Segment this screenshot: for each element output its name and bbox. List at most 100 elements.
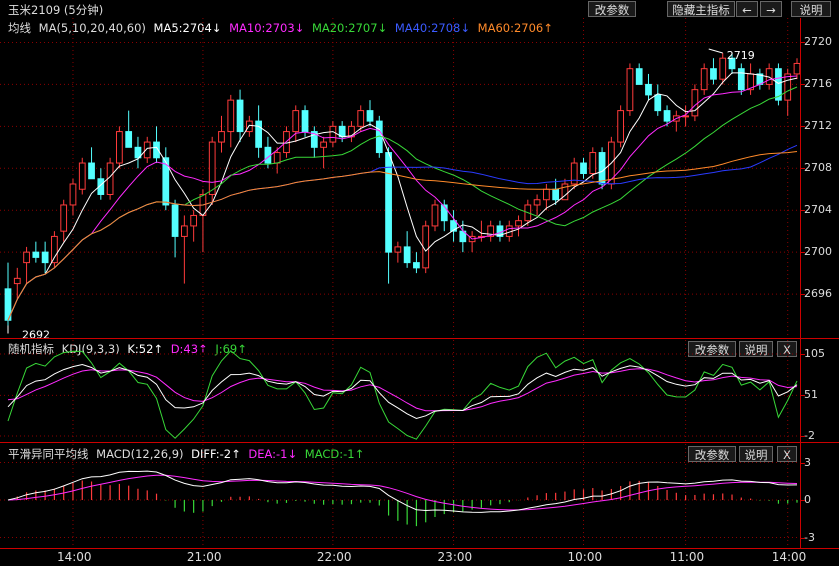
candle-up bbox=[691, 89, 699, 117]
price-tick-label: 2716 bbox=[804, 77, 832, 91]
price-tick bbox=[801, 252, 805, 254]
candle-up bbox=[570, 162, 578, 185]
params-button[interactable]: 改参数 bbox=[588, 1, 636, 17]
candle-up bbox=[218, 131, 225, 143]
price-tick-label: 2700 bbox=[804, 245, 832, 259]
price-tick-label: 2696 bbox=[804, 287, 832, 301]
kdj-k-line bbox=[7, 363, 798, 420]
kdj-j-line bbox=[7, 350, 798, 440]
macd-tick-label: 0 bbox=[804, 493, 811, 506]
time-tick-label: 11:00 bbox=[669, 550, 705, 564]
candle-down bbox=[552, 188, 560, 201]
time-tick-label: 14:00 bbox=[56, 550, 92, 564]
candle-down bbox=[710, 68, 717, 80]
panel-divider bbox=[0, 338, 839, 339]
ma5-line bbox=[7, 72, 798, 321]
hide-indicator-button[interactable]: 隐藏主指标 bbox=[667, 1, 735, 17]
candle-up bbox=[273, 152, 281, 164]
candle-up bbox=[227, 99, 235, 133]
candle-up bbox=[700, 68, 708, 91]
time-tick-label: 23:00 bbox=[437, 550, 473, 564]
ma40-line bbox=[7, 144, 798, 321]
scroll-left-button[interactable]: ← bbox=[736, 1, 758, 17]
macd-dea-line bbox=[7, 474, 798, 511]
candle-up bbox=[617, 110, 625, 143]
macd-axis: 3 0 -3 bbox=[801, 444, 839, 548]
candle-up bbox=[589, 152, 597, 175]
candle-up bbox=[431, 204, 439, 227]
kdj-tick bbox=[801, 354, 805, 355]
candle-down bbox=[32, 251, 40, 258]
candle-up bbox=[719, 57, 727, 80]
candle-up bbox=[245, 120, 253, 133]
candle-down bbox=[301, 110, 309, 133]
time-axis-border bbox=[0, 548, 839, 549]
chart-title: 玉米2109 (5分钟) bbox=[8, 3, 104, 17]
candle-down bbox=[413, 262, 420, 269]
price-tick bbox=[801, 210, 805, 212]
candle-up bbox=[533, 199, 541, 206]
candle-up bbox=[357, 110, 365, 127]
candle-down bbox=[403, 246, 411, 264]
ma20-line bbox=[7, 86, 798, 321]
kdj-tick bbox=[801, 395, 805, 397]
price-tick bbox=[801, 126, 805, 128]
high-label: 2719 bbox=[727, 49, 755, 62]
candle-up bbox=[60, 204, 68, 232]
candle-up bbox=[784, 73, 792, 101]
kdj-axis: 105 51 -2 bbox=[801, 340, 839, 442]
time-tick-label: 14:00 bbox=[771, 550, 807, 564]
candle-up bbox=[78, 162, 86, 190]
time-tick-label: 22:00 bbox=[316, 550, 352, 564]
price-tick bbox=[801, 294, 805, 296]
ma10-line bbox=[7, 75, 798, 321]
candle-up bbox=[394, 246, 402, 253]
price-tick-label: 2720 bbox=[804, 35, 832, 49]
candle-up bbox=[116, 131, 123, 164]
candle-down bbox=[171, 204, 179, 237]
price-tick bbox=[801, 84, 805, 86]
time-tick-label: 10:00 bbox=[567, 550, 603, 564]
candle-up bbox=[515, 220, 522, 227]
macd-tick bbox=[801, 462, 805, 464]
candle-up bbox=[69, 183, 77, 206]
candle-down bbox=[366, 110, 374, 122]
macd-tick bbox=[801, 500, 805, 501]
candle-up bbox=[626, 68, 634, 112]
kdj-d-line bbox=[7, 368, 798, 412]
price-tick-label: 2712 bbox=[804, 119, 832, 133]
high-marker bbox=[708, 48, 723, 54]
candle-up bbox=[422, 225, 430, 269]
candle-down bbox=[598, 152, 606, 185]
kdj-tick-label: -2 bbox=[804, 429, 815, 442]
candle-down bbox=[663, 110, 671, 122]
kdj-tick bbox=[801, 436, 805, 437]
help-button[interactable]: 说明 bbox=[791, 1, 831, 17]
candle-up bbox=[190, 214, 198, 227]
candle-down bbox=[236, 99, 244, 133]
candle-up bbox=[329, 125, 337, 143]
candle-up bbox=[23, 251, 30, 264]
time-tick-label: 21:00 bbox=[186, 550, 222, 564]
price-tick bbox=[801, 168, 805, 170]
main-price-axis: 2720 2716 2712 2708 2704 2700 2696 bbox=[801, 18, 839, 338]
kdj-tick-label: 105 bbox=[804, 347, 825, 360]
scroll-right-button[interactable]: → bbox=[760, 1, 782, 17]
price-tick bbox=[801, 42, 805, 44]
candle-down bbox=[125, 131, 133, 148]
candle-down bbox=[580, 162, 587, 175]
kdj-chart[interactable] bbox=[0, 340, 800, 442]
kdj-tick-label: 51 bbox=[804, 388, 818, 402]
candle-up bbox=[51, 235, 58, 264]
macd-tick bbox=[801, 537, 805, 539]
candle-up bbox=[208, 141, 216, 195]
price-tick-label: 2704 bbox=[804, 203, 832, 217]
candle-down bbox=[645, 83, 652, 96]
candle-up bbox=[542, 188, 550, 201]
candle-down bbox=[737, 68, 745, 91]
macd-chart[interactable] bbox=[0, 444, 800, 548]
candle-up bbox=[793, 62, 801, 75]
candle-down bbox=[635, 68, 643, 85]
candlestick-chart[interactable]: 27192692 bbox=[0, 18, 801, 342]
right-axis-border bbox=[800, 18, 801, 548]
